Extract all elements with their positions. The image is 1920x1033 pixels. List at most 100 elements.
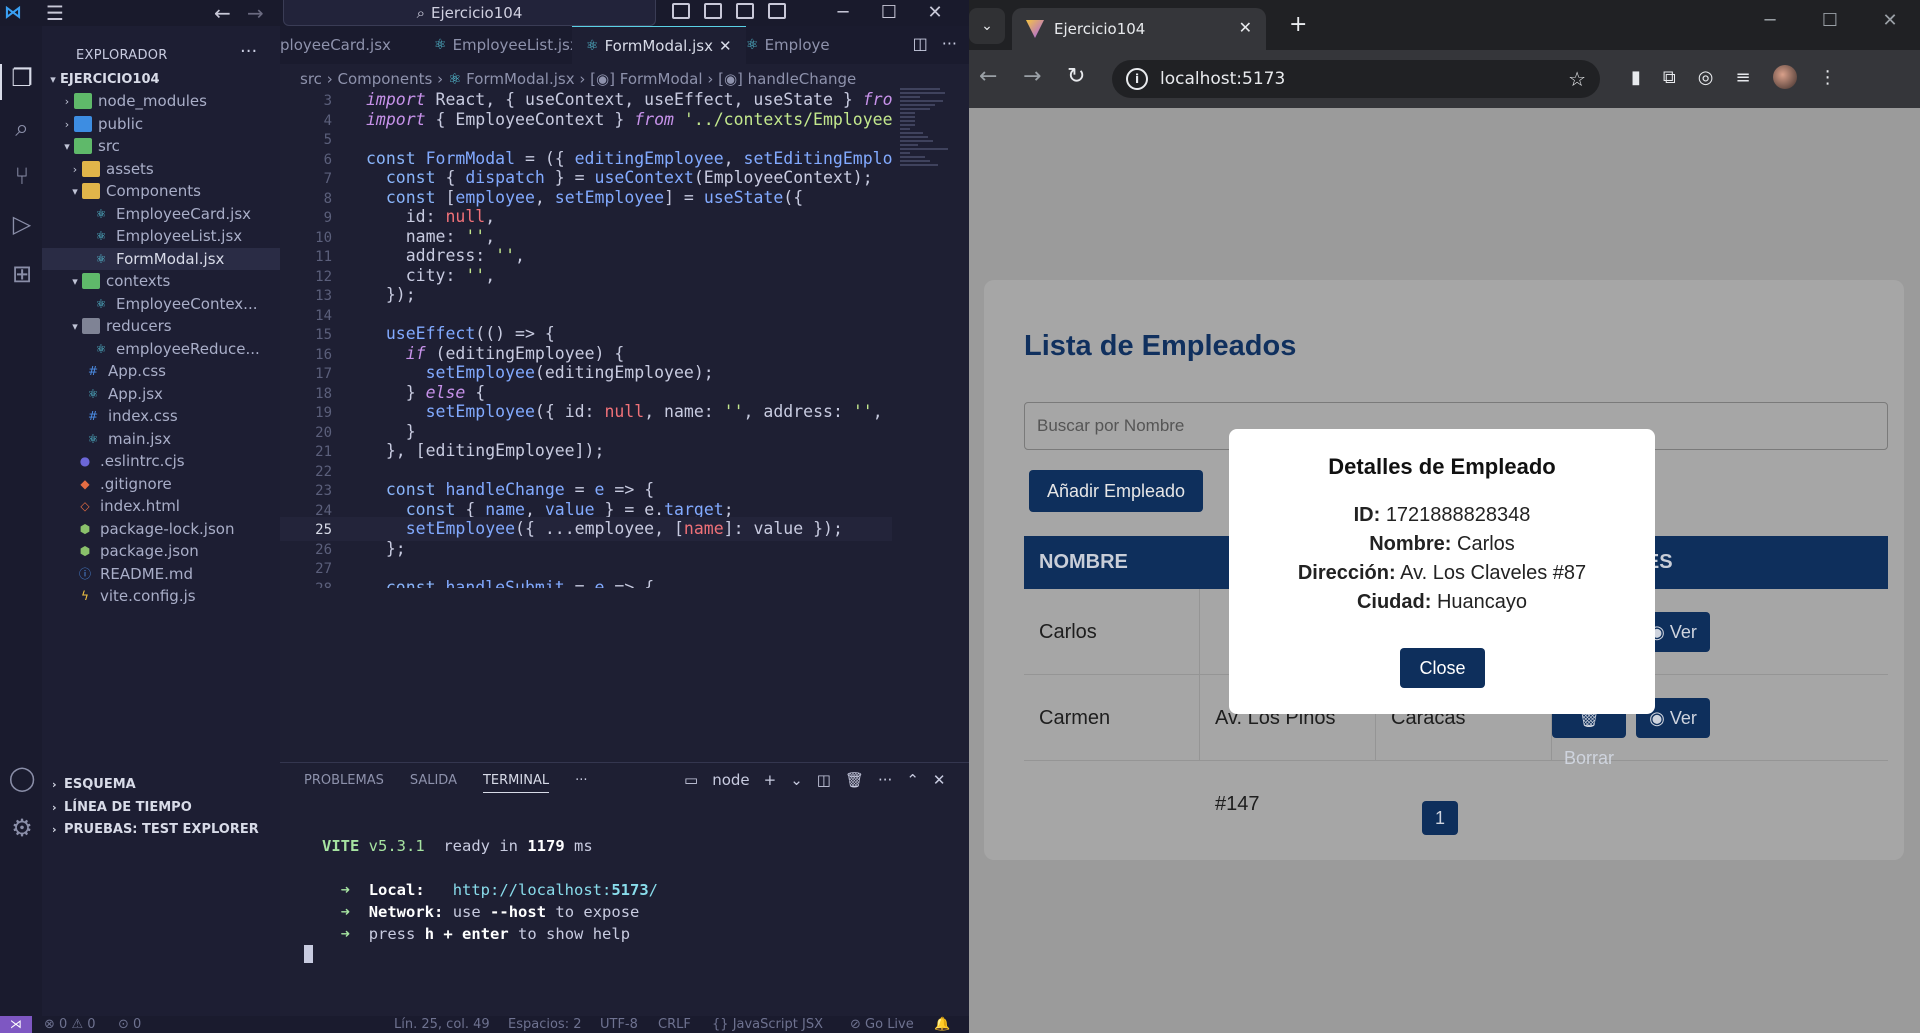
tab-output[interactable]: SALIDA	[410, 773, 457, 793]
more-tabs-icon[interactable]: ···	[575, 773, 587, 793]
address-bar[interactable]: i localhost:5173 ☆	[1112, 60, 1600, 98]
tree-item-package-json[interactable]: ⬢ package.json	[42, 540, 280, 562]
close-tab-icon[interactable]: ✕	[719, 37, 732, 55]
tree-item-gitignore[interactable]: ◆ .gitignore	[42, 473, 280, 495]
breadcrumb-item[interactable]: src	[300, 70, 322, 88]
term-local-url[interactable]: http://localhost:5173/	[453, 881, 658, 899]
tab-problems[interactable]: PROBLEMAS	[304, 773, 384, 793]
performance-icon[interactable]: ◎	[1698, 67, 1714, 88]
breadcrumb-item[interactable]: Components	[337, 70, 432, 88]
code-editor[interactable]: 3 import React, { useContext, useEffect, …	[280, 88, 892, 588]
site-info-icon[interactable]: i	[1126, 68, 1148, 90]
document-extension-icon[interactable]: ▮	[1631, 67, 1641, 88]
settings-gear-icon[interactable]: ⚙	[8, 814, 36, 842]
tree-item-employeelist[interactable]: ⚛ EmployeeList.jsx	[42, 225, 280, 247]
command-center-search[interactable]: ⌕ Ejercicio104	[283, 0, 656, 26]
account-icon[interactable]: ◯	[8, 764, 36, 792]
run-debug-icon[interactable]: ▷	[8, 210, 36, 238]
tree-item-eslintrc[interactable]: ● .eslintrc.cjs	[42, 450, 280, 472]
more-actions-icon[interactable]: ···	[942, 34, 957, 53]
tab-formmodal[interactable]: ⚛ FormModal.jsx ✕	[572, 26, 746, 64]
tree-item-index-css[interactable]: # index.css	[42, 405, 280, 427]
go-live[interactable]: ⊘ Go Live	[850, 1016, 914, 1033]
browser-tab[interactable]: Ejercicio104 ✕	[1012, 8, 1266, 50]
explorer-icon[interactable]: ❐	[8, 64, 36, 92]
forward-arrow-icon[interactable]: →	[1023, 64, 1041, 89]
indentation[interactable]: Espacios: 2	[508, 1016, 581, 1033]
language-mode[interactable]: {} JavaScript JSX	[712, 1016, 823, 1033]
media-control-icon[interactable]: ≡	[1735, 67, 1750, 88]
new-tab-icon[interactable]: +	[1289, 12, 1307, 37]
chevron-down-icon[interactable]: ⌄	[790, 771, 803, 789]
tree-item-public[interactable]: › public	[42, 113, 280, 135]
back-arrow-icon[interactable]: ←	[979, 64, 997, 89]
ports-status[interactable]: ⊙ 0	[118, 1016, 141, 1033]
close-tab-icon[interactable]: ✕	[1239, 18, 1252, 37]
tree-item-package-lock[interactable]: ⬢ package-lock.json	[42, 518, 280, 540]
tree-item-assets[interactable]: › assets	[42, 158, 280, 180]
forward-arrow-icon[interactable]: →	[247, 1, 264, 25]
more-actions-icon[interactable]: ···	[878, 771, 892, 789]
tree-item-node-modules[interactable]: › node_modules	[42, 90, 280, 112]
close-window-icon[interactable]: ✕	[912, 0, 958, 26]
tab-employeelist[interactable]: ⚛ EmployeeList.jsx	[420, 26, 593, 64]
split-terminal-icon[interactable]: ◫	[817, 771, 831, 789]
tree-item-app-css[interactable]: # App.css	[42, 360, 280, 382]
tree-item-employeereducer[interactable]: ⚛ employeeReduce...	[42, 338, 280, 360]
breadcrumb-item[interactable]: FormModal	[620, 70, 703, 88]
project-root[interactable]: ▾ EJERCICIO104	[42, 68, 280, 90]
extensions-icon[interactable]: ⊞	[8, 260, 36, 288]
tab-search-dropdown[interactable]: ⌄	[969, 8, 1005, 44]
breadcrumb-item[interactable]: handleChange	[748, 70, 857, 88]
more-actions-icon[interactable]: ···	[240, 41, 257, 62]
tree-item-app-jsx[interactable]: ⚛ App.jsx	[42, 383, 280, 405]
close-window-icon[interactable]: ✕	[1860, 10, 1920, 31]
source-control-icon[interactable]: ⑂	[8, 162, 36, 190]
trash-icon[interactable]: 🗑	[845, 771, 864, 789]
notifications-icon[interactable]: 🔔	[934, 1016, 950, 1033]
customize-layout-icon[interactable]	[768, 3, 786, 19]
tab-employeecard[interactable]: ployeeCard.jsx	[280, 26, 405, 64]
close-panel-icon[interactable]: ✕	[933, 771, 946, 789]
minimize-icon[interactable]: ─	[1740, 10, 1800, 31]
maximize-icon[interactable]: ☐	[866, 0, 912, 26]
terminal-shell-label[interactable]: node	[712, 771, 749, 789]
toggle-secondary-sidebar-icon[interactable]	[736, 3, 754, 19]
tree-item-readme[interactable]: ⓘ README.md	[42, 563, 280, 585]
tab-employee-context[interactable]: ⚛ Employe	[732, 26, 844, 64]
remote-icon[interactable]: ⋊	[0, 1016, 32, 1033]
minimap[interactable]	[900, 88, 950, 268]
encoding[interactable]: UTF-8	[600, 1016, 638, 1033]
close-modal-button[interactable]: Close	[1400, 648, 1485, 688]
tree-item-contexts[interactable]: ▾ contexts	[42, 270, 280, 292]
tree-item-src[interactable]: ▾ src	[42, 135, 280, 157]
reload-icon[interactable]: ↻	[1067, 64, 1085, 89]
add-employee-button[interactable]: Añadir Empleado	[1029, 470, 1203, 512]
minimize-icon[interactable]: ─	[820, 0, 866, 26]
toggle-sidebar-icon[interactable]	[672, 3, 690, 19]
browser-menu-icon[interactable]: ⋮	[1819, 67, 1837, 88]
tree-item-reducers[interactable]: ▾ reducers	[42, 315, 280, 337]
new-terminal-icon[interactable]: +	[764, 771, 777, 789]
menu-icon[interactable]: ☰	[46, 3, 64, 23]
maximize-icon[interactable]: ☐	[1800, 10, 1860, 31]
toggle-panel-icon[interactable]	[704, 3, 722, 19]
back-arrow-icon[interactable]: ←	[214, 1, 231, 25]
tree-item-vite-config[interactable]: ϟ vite.config.js	[42, 585, 280, 607]
tab-terminal[interactable]: TERMINAL	[482, 773, 550, 793]
pagination-page-button[interactable]: 1	[1422, 801, 1458, 835]
breadcrumb-item[interactable]: FormModal.jsx	[466, 70, 574, 88]
section-test-explorer[interactable]: › PRUEBAS: TEST EXPLORER	[42, 818, 280, 840]
profile-avatar[interactable]	[1772, 65, 1797, 89]
problems-status[interactable]: ⊗ 0 ⚠ 0	[44, 1016, 96, 1033]
cursor-position[interactable]: Lín. 25, col. 49	[394, 1016, 490, 1033]
eol[interactable]: CRLF	[658, 1016, 691, 1033]
section-outline[interactable]: › ESQUEMA	[42, 773, 280, 795]
tree-item-main-jsx[interactable]: ⚛ main.jsx	[42, 428, 280, 450]
extensions-puzzle-icon[interactable]: ⧉	[1663, 67, 1676, 88]
tree-item-formmodal[interactable]: ⚛ FormModal.jsx	[42, 248, 280, 270]
tree-item-employeecontext[interactable]: ⚛ EmployeeContex...	[42, 293, 280, 315]
maximize-panel-icon[interactable]: ⌃	[906, 771, 919, 789]
search-view-icon[interactable]: ⌕	[8, 114, 36, 142]
bookmark-star-icon[interactable]: ☆	[1568, 67, 1586, 91]
